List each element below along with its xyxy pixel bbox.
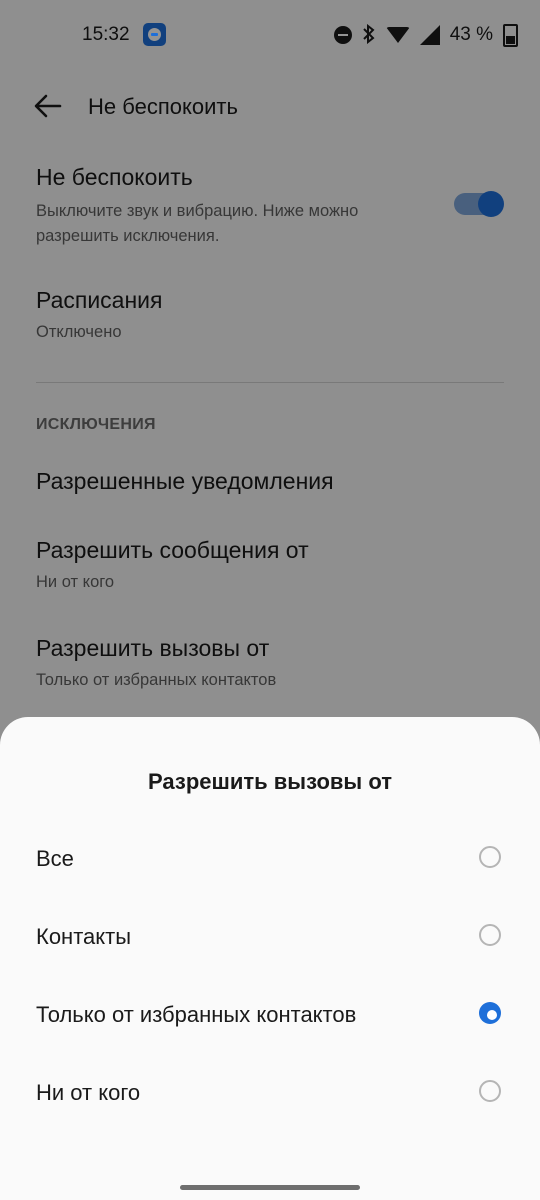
option-label: Контакты xyxy=(36,924,132,949)
radio-button-selected[interactable] xyxy=(479,1002,501,1024)
option-contacts[interactable]: Контакты xyxy=(0,904,540,970)
option-label: Только от избранных контактов xyxy=(36,1002,357,1027)
option-all[interactable]: Все xyxy=(0,826,540,892)
sheet-title: Разрешить вызовы от xyxy=(148,769,392,794)
radio-button[interactable] xyxy=(479,846,501,868)
option-label: Ни от кого xyxy=(36,1080,141,1105)
option-nobody[interactable]: Ни от кого xyxy=(0,1060,540,1126)
home-indicator[interactable] xyxy=(180,1185,360,1190)
option-label: Все xyxy=(36,846,74,871)
calls-from-bottom-sheet: Разрешить вызовы от Все Контакты Только … xyxy=(0,717,540,1200)
radio-button[interactable] xyxy=(479,1080,501,1102)
option-starred-contacts[interactable]: Только от избранных контактов xyxy=(0,982,540,1048)
radio-button[interactable] xyxy=(479,924,501,946)
